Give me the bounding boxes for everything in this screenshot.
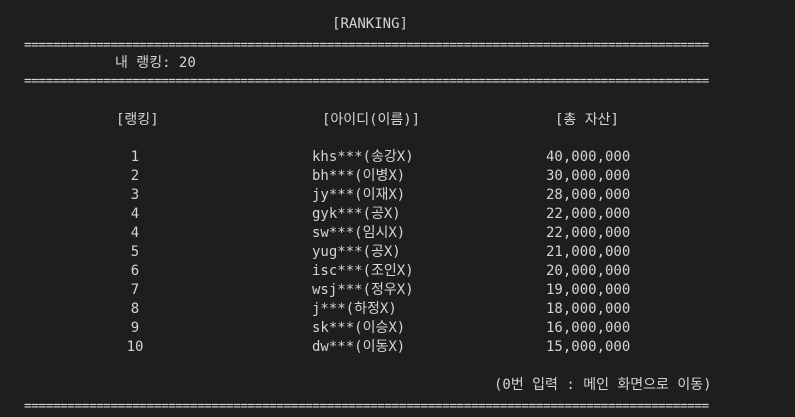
id-cell: isc***(조인X)	[312, 263, 414, 279]
separator-bottom: ========================================…	[24, 399, 709, 414]
my-rank-text: 내 랭킹: 20	[115, 55, 196, 71]
rank-cell: 9	[130, 320, 140, 336]
table-row: 5 yug***(공X) 21,000,000	[0, 243, 795, 262]
rank-cell: 1	[130, 149, 140, 165]
navigation-hint: (0번 입력 : 메인 화면으로 이동)	[494, 377, 712, 393]
rank-cell: 10	[126, 339, 144, 355]
table-row: 6 isc***(조인X) 20,000,000	[0, 262, 795, 281]
table-row: 8 j***(하정X) 18,000,000	[0, 300, 795, 319]
id-cell: j***(하정X)	[312, 301, 397, 317]
rank-cell: 7	[130, 282, 140, 298]
screen-title: [RANKING]	[332, 16, 408, 32]
id-column-header: [아이디(이름)]	[322, 112, 421, 128]
id-cell: sw***(임시X)	[312, 225, 406, 241]
table-row: 7 wsj***(정우X) 19,000,000	[0, 281, 795, 300]
id-cell: wsj***(정우X)	[312, 282, 414, 298]
table-row: 4 sw***(임시X) 22,000,000	[0, 224, 795, 243]
id-cell: dw***(이동X)	[312, 339, 406, 355]
id-cell: bh***(이병X)	[312, 168, 406, 184]
separator-top: ========================================…	[24, 38, 709, 53]
asset-cell: 19,000,000	[546, 282, 631, 298]
id-cell: gyk***(공X)	[312, 206, 401, 222]
asset-column-header: [총 자산]	[555, 112, 619, 128]
table-row: 3 jy***(이재X) 28,000,000	[0, 186, 795, 205]
table-row: 4 gyk***(공X) 22,000,000	[0, 205, 795, 224]
asset-cell: 30,000,000	[546, 168, 631, 184]
table-row: 9 sk***(이승X) 16,000,000	[0, 319, 795, 338]
asset-cell: 20,000,000	[546, 263, 631, 279]
table-row: 2 bh***(이병X) 30,000,000	[0, 167, 795, 186]
rank-cell: 2	[130, 168, 140, 184]
table-row: 10 dw***(이동X) 15,000,000	[0, 338, 795, 357]
rank-cell: 3	[130, 187, 140, 203]
rank-cell: 8	[130, 301, 140, 317]
rank-column-header: [랭킹]	[116, 112, 159, 128]
rank-cell: 4	[130, 225, 140, 241]
rank-cell: 6	[130, 263, 140, 279]
table-row: 1 khs***(송강X) 40,000,000	[0, 148, 795, 167]
asset-cell: 22,000,000	[546, 225, 631, 241]
id-cell: yug***(공X)	[312, 244, 401, 260]
separator-mid: ========================================…	[24, 74, 709, 89]
rank-cell: 5	[130, 244, 140, 260]
rank-cell: 4	[130, 206, 140, 222]
id-cell: sk***(이승X)	[312, 320, 406, 336]
asset-cell: 18,000,000	[546, 301, 631, 317]
asset-cell: 16,000,000	[546, 320, 631, 336]
id-cell: jy***(이재X)	[312, 187, 406, 203]
asset-cell: 15,000,000	[546, 339, 631, 355]
asset-cell: 22,000,000	[546, 206, 631, 222]
asset-cell: 28,000,000	[546, 187, 631, 203]
id-cell: khs***(송강X)	[312, 149, 414, 165]
asset-cell: 40,000,000	[546, 149, 631, 165]
asset-cell: 21,000,000	[546, 244, 631, 260]
